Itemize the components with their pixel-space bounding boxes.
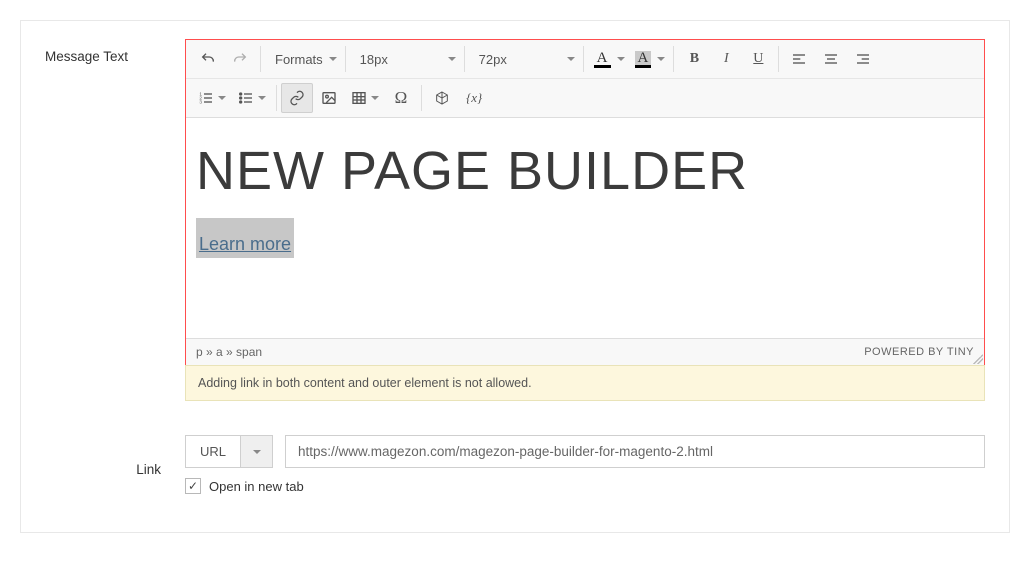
bold-button[interactable]: B [678, 44, 710, 74]
special-char-button[interactable]: Ω [385, 83, 417, 113]
highlight-icon: A [635, 51, 652, 68]
table-button[interactable] [345, 83, 385, 113]
content-heading[interactable]: NEW PAGE BUILDER [196, 140, 974, 202]
line-height-value: 72px [479, 52, 507, 67]
align-center-button[interactable] [815, 44, 847, 74]
element-path[interactable]: p » a » span [196, 345, 262, 359]
separator [464, 46, 465, 72]
admin-panel: Message Text Formats [20, 20, 1010, 533]
bullet-list-button[interactable] [232, 83, 272, 113]
numbered-list-button[interactable]: 123 [192, 83, 232, 113]
resize-handle[interactable] [973, 354, 983, 364]
chevron-down-icon [448, 57, 456, 61]
formats-label: Formats [275, 52, 323, 67]
link-type-dropdown-btn[interactable] [240, 436, 272, 467]
warning-banner: Adding link in both content and outer el… [185, 365, 985, 401]
link-button[interactable] [281, 83, 313, 113]
toolbar-row-2: 123 [186, 79, 984, 117]
link-type-select[interactable]: URL [185, 435, 273, 468]
text-color-button[interactable]: A [588, 44, 629, 74]
link-controls-wrap: URL ✓ Open in new tab [185, 435, 985, 494]
separator [778, 46, 779, 72]
italic-button[interactable]: I [710, 44, 742, 74]
editor-statusbar: p » a » span POWERED BY TINY [186, 338, 984, 365]
redo-button[interactable] [224, 44, 256, 74]
chevron-down-icon [329, 57, 337, 61]
editor-content[interactable]: NEW PAGE BUILDER Learn more [186, 118, 984, 338]
open-new-tab-label: Open in new tab [209, 479, 304, 494]
line-height-dropdown[interactable]: 72px [469, 44, 579, 74]
text-color-icon: A [594, 51, 611, 68]
toolbar-row-1: Formats 18px 72px [186, 40, 984, 79]
undo-button[interactable] [192, 44, 224, 74]
learn-more-link[interactable]: Learn more [199, 234, 291, 254]
align-left-button[interactable] [783, 44, 815, 74]
variable-button[interactable]: {x} [458, 83, 490, 113]
link-controls: URL [185, 435, 985, 468]
chevron-down-icon [218, 96, 226, 100]
formats-dropdown[interactable]: Formats [265, 44, 341, 74]
editor-column: Formats 18px 72px [185, 39, 985, 401]
message-text-label: Message Text [45, 39, 185, 64]
separator [583, 46, 584, 72]
separator [421, 85, 422, 111]
open-new-tab-row: ✓ Open in new tab [185, 478, 985, 494]
image-button[interactable] [313, 83, 345, 113]
editor-toolbar: Formats 18px 72px [186, 40, 984, 118]
chevron-down-icon [567, 57, 575, 61]
separator [260, 46, 261, 72]
separator [673, 46, 674, 72]
svg-text:3: 3 [199, 99, 202, 104]
separator [345, 46, 346, 72]
wysiwyg-editor: Formats 18px 72px [185, 39, 985, 366]
align-right-button[interactable] [847, 44, 879, 74]
font-size-value: 18px [360, 52, 388, 67]
chevron-down-icon [657, 57, 665, 61]
link-label: Link [45, 452, 185, 477]
chevron-down-icon [371, 96, 379, 100]
chevron-down-icon [253, 450, 261, 454]
link-row: Link URL ✓ Open in new tab [45, 435, 985, 494]
message-text-row: Message Text Formats [45, 39, 985, 401]
powered-by: POWERED BY TINY [864, 346, 974, 358]
open-new-tab-checkbox[interactable]: ✓ [185, 478, 201, 494]
separator [276, 85, 277, 111]
widget-button[interactable] [426, 83, 458, 113]
font-size-dropdown[interactable]: 18px [350, 44, 460, 74]
selected-link-text[interactable]: Learn more [196, 218, 294, 258]
url-input[interactable] [285, 435, 985, 468]
link-type-value: URL [186, 436, 240, 467]
bg-color-button[interactable]: A [629, 44, 670, 74]
underline-button[interactable]: U [742, 44, 774, 74]
chevron-down-icon [617, 57, 625, 61]
chevron-down-icon [258, 96, 266, 100]
